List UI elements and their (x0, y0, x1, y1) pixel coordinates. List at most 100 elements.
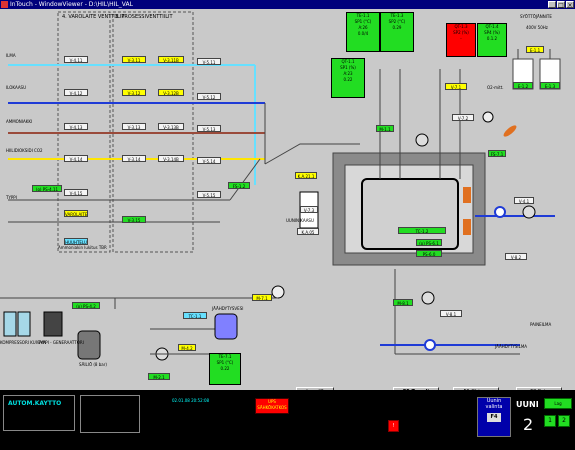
valve-v314b[interactable]: V-3.14B (158, 155, 184, 162)
tag-e13[interactable]: E-1.3 (540, 82, 560, 89)
te71-value: 0.22 (220, 366, 230, 371)
o2-label: O2-mitt. (487, 85, 504, 90)
qt11-indicator[interactable]: QT-1.1 SP1 (%) A:23 0.22 (331, 58, 365, 98)
valve-v313b[interactable]: V-3.13B (158, 123, 184, 130)
te71-indicator[interactable]: TE-7.1 SP1 (°C) 0.22 (209, 353, 241, 385)
tag-fs12[interactable]: FS-1.2 (228, 182, 250, 189)
valve-v313[interactable]: V-3.13 (122, 123, 146, 130)
tag-ps411[interactable]: (o) PS-4.11 (32, 185, 62, 192)
datetime: 02.01.08 20:52:08 (172, 398, 210, 403)
maximize-button[interactable]: □ (557, 1, 565, 9)
tag-tc11[interactable]: TC-1.1 (183, 312, 207, 319)
heater-2 (463, 219, 471, 235)
furnace-chamber (361, 178, 459, 250)
valve-v414[interactable]: V-4.14 (64, 155, 88, 162)
tag-m41[interactable]: V-4.1 (514, 197, 534, 204)
lag-button[interactable]: Lag (544, 398, 572, 409)
process-diagram: 4. VAROLAITE VENTTIILIT 3. PROSESSIVENTT… (0, 9, 575, 396)
prosessi-section-label: 3. PROSESSIVENTTIILIT (115, 14, 173, 20)
cooling-tank (214, 313, 238, 340)
valve-v82[interactable]: V-8.2 (505, 253, 527, 260)
valve-v314[interactable]: V-3.14 (122, 155, 146, 162)
close-button[interactable]: × (566, 1, 574, 9)
uunin-kaasu-label: UUNIN KAASU (286, 218, 314, 223)
valve-v312[interactable]: V-3.12 (122, 89, 146, 96)
valve-v72[interactable]: V-7.2 (452, 114, 474, 121)
syotto-label: SYÖTTÖJÄNNITE (520, 14, 552, 19)
ups-alarm-button[interactable]: UPS SÄHKÖKATKOS (255, 398, 289, 414)
tag-ps60[interactable]: PS-6.0 (416, 250, 442, 257)
valve-v511[interactable]: V-5.11 (197, 58, 221, 65)
valve-v513[interactable]: V-5.13 (197, 125, 221, 132)
valve-v515[interactable]: V-5.15 (197, 191, 221, 198)
pump (271, 285, 285, 299)
valve-v71[interactable]: V-7.1 (445, 83, 467, 90)
tag-e12[interactable]: E-1.2 (513, 82, 533, 89)
tag-m42[interactable]: M-4.2 (178, 344, 196, 351)
minimize-button[interactable]: _ (548, 1, 556, 9)
paineilma-label: PAINEILMA (530, 322, 552, 327)
f4-button[interactable]: F4 (487, 413, 501, 422)
valve-v81[interactable]: V-8.1 (440, 310, 462, 317)
heater-1 (463, 187, 471, 203)
tag-huuhtelu[interactable]: HUUHTELU (64, 238, 88, 245)
valve-v312b[interactable]: V-3.12B (158, 89, 184, 96)
tag-tc12[interactable]: TC-1.2 (398, 227, 446, 234)
tag-ka21[interactable]: K.A.21.1 (295, 172, 317, 179)
mode-display: AUTOM.KAYTTO (3, 395, 75, 431)
status-panel: AUTOM.KAYTTO 02.01.08 20:52:08 UPS SÄHKÖ… (0, 390, 575, 450)
valve-v311b[interactable]: V-3.11B (158, 56, 184, 63)
sailio-tank (77, 330, 101, 360)
sailio-label: SÄILIÖ (8 bar) (79, 362, 107, 367)
tag-fs71[interactable]: FS-7.1 (488, 150, 506, 157)
valve-v413[interactable]: V-4.13 (64, 123, 88, 130)
te13-value: 0.29 (392, 25, 402, 30)
ammoniakin-label: Ammoniakin lukitus TBR (58, 245, 107, 250)
tag-ps61[interactable]: (o) PS-6.1 (416, 239, 442, 246)
co2-label: HIILIDIOKSIDI CO2 (6, 148, 43, 153)
message-box (80, 395, 140, 433)
qt14-indicator[interactable]: QT-1.4 SP4 (%) 0.1.2 (477, 23, 507, 57)
te11-indicator[interactable]: TE-1.1 SP1 (°C) A:26 0.0/4 (346, 12, 380, 52)
uuni-label: UUNI (516, 400, 539, 409)
window-title: InTouch - WindowViewer - D:\HIL\HIL_VAL (10, 1, 133, 8)
ilokaasu-label: ILOKAASU (6, 85, 27, 90)
typpigen-label: TYPPI - GENERAATTORI (38, 340, 84, 345)
ammoniakki-label: AMMONIAKKI (6, 119, 33, 124)
tag-m71[interactable]: M-7.1 (252, 294, 272, 301)
ilma-label: ILMA (6, 53, 16, 58)
qt13-indicator[interactable]: QT-1.3 SP2 (%) - (446, 23, 476, 57)
valve-v411[interactable]: V-4.11 (64, 56, 88, 63)
valve-v415[interactable]: V-4.15 (64, 189, 88, 196)
valve-v412[interactable]: V-4.12 (64, 89, 88, 96)
jaahdytysilma-label: JÄÄHDYTYSILMA (495, 344, 528, 349)
te13-indicator[interactable]: TE-1.3 SP2 (°C) 0.29 (380, 12, 414, 52)
jaahdytysvesi-label: JÄÄHDYTYSVESI (212, 306, 244, 311)
alarm-icon[interactable]: ! (388, 420, 399, 432)
oven-1-button[interactable]: 1 (544, 415, 556, 427)
qt13-value: - (460, 36, 462, 41)
valve-v73[interactable]: V-7.3 (300, 206, 318, 213)
tag-ka05[interactable]: K.A.05 (297, 228, 319, 235)
valve-v311[interactable]: V-3.11 (122, 56, 146, 63)
app-icon (1, 1, 8, 8)
tag-varolaite: VAROLAITE (64, 210, 88, 217)
oven-2-button[interactable]: 2 (558, 415, 570, 427)
typpi-label: TYPPI (6, 195, 17, 200)
piping-svg (0, 11, 561, 361)
tag-m81[interactable]: M-8.1 (393, 299, 413, 306)
valve-v512[interactable]: V-5.12 (197, 93, 221, 100)
tag-ps42[interactable]: (o) PS-4.2 (72, 302, 100, 309)
tag-m11[interactable]: M-1.1 (376, 125, 394, 132)
uunin-valinta-panel: Uunin valinta F4 (477, 397, 511, 437)
title-bar: InTouch - WindowViewer - D:\HIL\HIL_VAL … (0, 0, 575, 9)
qt14-value: 0.1.2 (486, 36, 498, 41)
voltage-label: 400V 50Hz (526, 25, 548, 30)
tag-e11[interactable]: E-1.1 (526, 46, 544, 53)
tag-m21[interactable]: M-2.1 (148, 373, 170, 380)
compressor (17, 311, 31, 337)
nitrogen-generator (43, 311, 63, 337)
valve-v315[interactable]: V-3.15 (122, 216, 146, 223)
valve-v514[interactable]: V-5.14 (197, 157, 221, 164)
qt11-value: 0.22 (343, 77, 353, 82)
